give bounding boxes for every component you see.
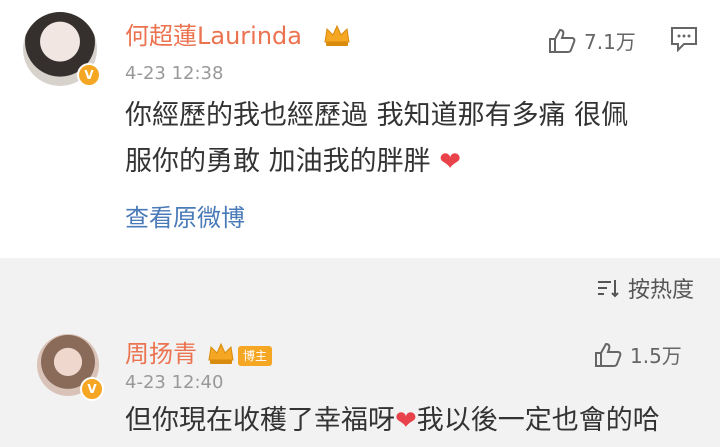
comment-text-part: 我以後一定也會的哈 [416,405,660,436]
comment-text: 但你現在收穫了幸福呀❤我以後一定也會的哈 [125,398,705,444]
comment-username[interactable]: 周扬青 [125,340,197,368]
comment-text: 你經歷的我也經歷過 我知道那有多痛 很佩 服你的勇敢 加油我的胖胖 ❤ [125,93,705,185]
verified-badge-icon: V [77,63,101,87]
sort-button[interactable]: 按热度 [596,272,694,304]
like-count: 7.1万 [584,30,636,54]
role-badge: 博主 [238,346,273,366]
verified-badge-icon: V [80,377,104,401]
comment-text-line: 你經歷的我也經歷過 我知道那有多痛 很佩 [125,100,629,131]
like-count: 1.5万 [630,344,682,368]
comment-icon[interactable] [670,26,698,52]
comment-text-part: 服你的勇敢 加油我的胖胖 [125,146,431,177]
crown-icon[interactable] [206,340,236,366]
like-button[interactable]: 7.1万 [548,26,636,55]
sort-label: 按热度 [627,278,694,303]
comment-text-part: 但你現在收穫了幸福呀 [125,405,395,436]
heart-icon: ❤ [439,147,461,177]
comment-text-line: 服你的勇敢 加油我的胖胖 ❤ [125,139,705,185]
thumbs-up-icon [549,28,576,53]
heart-icon: ❤ [395,406,417,436]
sort-icon [597,280,619,298]
comment-username[interactable]: 何超蓮Laurinda [125,22,302,50]
view-original-link[interactable]: 查看原微博 [125,202,245,234]
comment-timestamp: 4-23 12:38 [125,63,224,84]
like-button[interactable]: 1.5万 [594,340,682,369]
crown-icon[interactable] [322,22,352,48]
thumbs-up-icon [595,342,622,367]
comment-timestamp: 4-23 12:40 [125,372,224,393]
